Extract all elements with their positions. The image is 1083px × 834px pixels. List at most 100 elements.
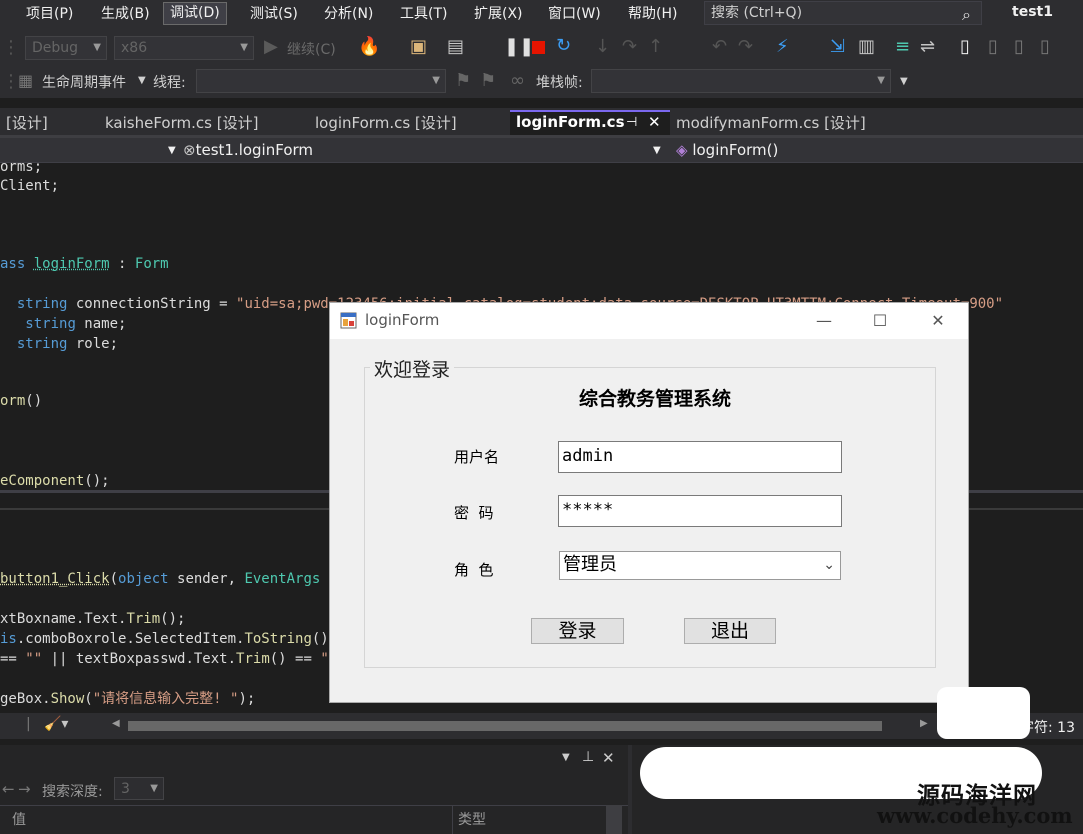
- tab-design[interactable]: [设计]: [0, 112, 54, 135]
- watermark-url: www.codehy.com: [877, 803, 1073, 828]
- continue-icon[interactable]: ▶: [264, 37, 278, 57]
- chevron-down-icon: ▼: [150, 783, 158, 794]
- login-form-window: loginForm — ☐ ✕ 欢迎登录 综合教务管理系统 用户名 admin …: [329, 302, 969, 703]
- platform-dropdown[interactable]: x86 ▼: [114, 36, 254, 60]
- chevron-down-icon: ▼: [93, 42, 101, 53]
- diagnostics-icon[interactable]: ⚡: [776, 37, 789, 57]
- format-icon[interactable]: ≡: [895, 37, 910, 57]
- chevron-down-icon: ▼: [240, 42, 248, 53]
- tab-loginform-cs[interactable]: loginForm.cs ⊣ ✕: [510, 110, 670, 135]
- menu-debug[interactable]: 调试(D): [163, 2, 227, 25]
- tab-label: loginForm.cs: [516, 113, 625, 131]
- column-header-value[interactable]: 值: [12, 809, 26, 829]
- close-icon[interactable]: ✕: [926, 309, 950, 333]
- maximize-icon[interactable]: ☐: [868, 309, 892, 333]
- redaction-patch: [937, 687, 1030, 739]
- horizontal-scrollbar[interactable]: [128, 721, 882, 731]
- code-line: geBox.Show("请将信息输入完整! ");: [0, 691, 256, 707]
- dialog-titlebar[interactable]: loginForm — ☐ ✕: [330, 303, 968, 339]
- continue-button[interactable]: 继续(C): [287, 39, 336, 59]
- exit-button[interactable]: 退出: [684, 618, 776, 644]
- menu-project[interactable]: 项目(P): [22, 4, 77, 24]
- password-input[interactable]: *****: [558, 495, 842, 527]
- tab-loginform-design[interactable]: loginForm.cs [设计]: [309, 112, 463, 135]
- tab-modifymanform-design[interactable]: modifymanForm.cs [设计]: [670, 112, 872, 135]
- pin-icon[interactable]: ⊥: [582, 749, 594, 765]
- clear-bookmark-icon[interactable]: ▯: [1040, 37, 1050, 57]
- step-out-icon[interactable]: ↑: [648, 37, 663, 57]
- menu-window[interactable]: 窗口(W): [544, 4, 605, 24]
- window-layout-icon[interactable]: ▤: [447, 37, 464, 57]
- forward-icon[interactable]: →: [18, 780, 31, 798]
- pause-icon[interactable]: ❚❚: [504, 37, 534, 57]
- bookmark-icon[interactable]: ▯: [960, 37, 970, 57]
- role-dropdown[interactable]: 管理员 ⌄: [559, 551, 841, 580]
- scroll-right-icon[interactable]: ▶: [920, 718, 928, 729]
- code-line: orms;: [0, 159, 43, 175]
- minimize-icon[interactable]: —: [812, 309, 836, 333]
- class-dropdown[interactable]: ⊗test1.loginForm ▼: [183, 140, 663, 161]
- chevron-down-icon[interactable]: ▼: [562, 752, 570, 763]
- undo-icon[interactable]: ↶: [712, 37, 727, 57]
- link-icon[interactable]: ∞: [510, 71, 525, 91]
- standard-toolbar: ⋮ Debug ▼ x86 ▼ ▶ 继续(C) 🔥 ▣ ▤ ❚❚ ↻ ↓ ↷ ↑ ↶…: [0, 28, 1083, 66]
- live-tree-icon[interactable]: ▥: [858, 37, 875, 57]
- class-name: test1.loginForm: [195, 141, 314, 159]
- pin-icon[interactable]: ⊣: [626, 112, 637, 133]
- restart-icon[interactable]: ↻: [556, 36, 571, 56]
- step-into-icon[interactable]: ↓: [595, 37, 610, 57]
- stack-frame-label: 堆栈帧:: [536, 75, 583, 91]
- menu-bar: 项目(P) 生成(B) 调试(D) 测试(S) 分析(N) 工具(T) 扩展(X…: [0, 0, 1083, 28]
- scrollbar-thumb[interactable]: [128, 721, 882, 731]
- search-depth-label: 搜索深度:: [42, 784, 103, 800]
- menu-build[interactable]: 生成(B): [97, 4, 154, 24]
- menu-analyze[interactable]: 分析(N): [320, 4, 377, 24]
- close-icon[interactable]: ✕: [602, 749, 615, 767]
- step-over-icon[interactable]: ↷: [622, 37, 637, 57]
- scroll-left-icon[interactable]: ◀: [112, 718, 120, 729]
- lifecycle-events-dropdown[interactable]: 生命周期事件: [42, 72, 126, 92]
- config-dropdown[interactable]: Debug ▼: [25, 36, 107, 60]
- search-depth-dropdown[interactable]: 3 ▼: [114, 777, 164, 800]
- code-line: Client;: [0, 178, 60, 194]
- tab-kaisheform-design[interactable]: kaisheForm.cs [设计]: [99, 112, 265, 135]
- back-icon[interactable]: ←: [2, 780, 15, 798]
- username-value: admin: [562, 446, 614, 466]
- stop-icon[interactable]: [532, 41, 545, 54]
- column-header-type[interactable]: 类型: [458, 809, 486, 829]
- password-value: *****: [562, 500, 614, 520]
- role-value: 管理员: [563, 554, 617, 575]
- chevron-down-icon: ▼: [138, 75, 146, 86]
- code-line: orm(): [0, 393, 43, 409]
- flag-icon[interactable]: ⚑: [455, 71, 471, 91]
- select-element-icon[interactable]: ⇲: [830, 37, 845, 57]
- stack-frame-dropdown[interactable]: ▼: [591, 69, 891, 93]
- member-dropdown[interactable]: ◈ loginForm(): [676, 140, 1083, 161]
- menu-tools[interactable]: 工具(T): [396, 4, 451, 24]
- vertical-scrollbar[interactable]: [606, 805, 622, 834]
- hot-reload-icon[interactable]: 🔥: [358, 37, 380, 57]
- redo-icon[interactable]: ↷: [738, 37, 753, 57]
- code-line: xtBoxname.Text.Trim();: [0, 611, 186, 627]
- toolbar-overflow-icon[interactable]: ▼: [900, 76, 908, 87]
- username-label: 用户名: [454, 448, 500, 466]
- comment-icon[interactable]: ⇌: [920, 37, 935, 57]
- menu-help[interactable]: 帮助(H): [624, 4, 681, 24]
- code-line: string role;: [16, 336, 119, 352]
- login-button[interactable]: 登录: [531, 618, 624, 644]
- folder-icon[interactable]: ▣: [410, 37, 427, 57]
- username-input[interactable]: admin: [558, 441, 842, 473]
- menu-extensions[interactable]: 扩展(X): [470, 4, 527, 24]
- class-icon: ⊗: [183, 141, 196, 159]
- password-label: 密 码: [454, 504, 494, 522]
- close-icon[interactable]: ✕: [648, 112, 661, 133]
- menu-test[interactable]: 测试(S): [246, 4, 302, 24]
- broom-icon[interactable]: 🧹▾: [44, 716, 68, 732]
- next-bookmark-icon[interactable]: ▯: [1014, 37, 1024, 57]
- flag-threads-icon[interactable]: ⚑: [480, 71, 496, 91]
- search-input[interactable]: 搜索 (Ctrl+Q) ⌕: [704, 1, 982, 25]
- lifecycle-icon: ▦: [18, 71, 34, 90]
- member-name: loginForm(): [692, 141, 779, 159]
- thread-dropdown[interactable]: ▼: [196, 69, 446, 93]
- prev-bookmark-icon[interactable]: ▯: [988, 37, 998, 57]
